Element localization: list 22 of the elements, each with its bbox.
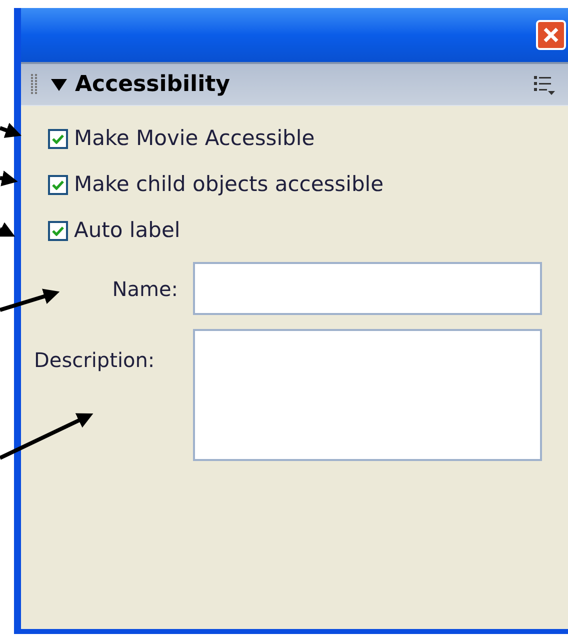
list-menu-icon[interactable]	[534, 74, 556, 96]
name-input-field[interactable]	[193, 262, 542, 315]
field-label: Name:	[111, 276, 179, 302]
checkmark-icon	[52, 226, 64, 236]
grip-icon[interactable]	[31, 74, 37, 96]
checkbox-label[interactable]: Make child objects accessible	[74, 169, 384, 201]
checkbox[interactable]	[48, 129, 68, 149]
annotation-arrow	[0, 222, 16, 237]
close-icon	[543, 27, 559, 43]
checkmark-icon	[52, 134, 64, 144]
checkbox[interactable]	[48, 175, 68, 195]
annotation-arrow	[0, 122, 22, 138]
checkbox-label[interactable]: Auto label	[74, 215, 180, 247]
checkbox-label[interactable]: Make Movie Accessible	[74, 123, 315, 155]
checkmark-icon	[52, 180, 64, 190]
checkbox[interactable]	[48, 221, 68, 241]
annotation-arrow	[0, 170, 18, 186]
annotation-arrow	[0, 288, 60, 312]
triangle-down-icon[interactable]	[51, 78, 67, 92]
field-label: Description:	[34, 347, 156, 374]
close-button[interactable]	[536, 20, 566, 50]
panel-title: Accessibility	[75, 71, 230, 99]
